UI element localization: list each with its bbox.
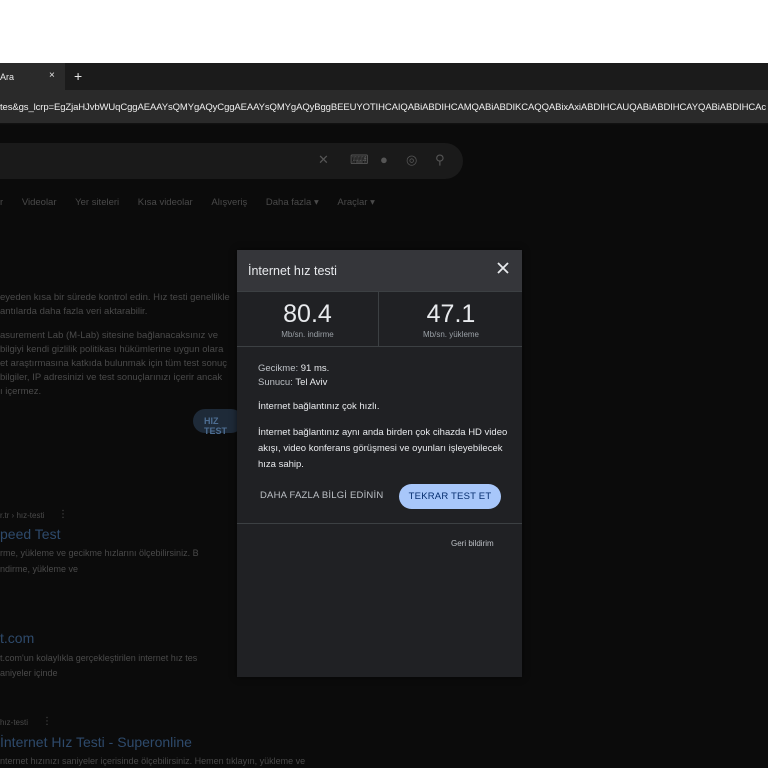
more-options-icon[interactable]: ⋮ [58, 509, 68, 520]
result-title[interactable]: peed Test [0, 526, 60, 542]
result-title[interactable]: İnternet Hız Testi - Superonline [0, 734, 192, 750]
filter-item[interactable]: Daha fazla ▾ [266, 197, 319, 208]
upload-label: Mb/sn. yükleme [422, 330, 480, 339]
download-value: 80.4 [283, 300, 332, 328]
snippet-line: antılarda daha fazla veri aktarabilir. [0, 306, 148, 317]
dialog-header: İnternet hız testi [237, 250, 522, 291]
download-label: Mb/sn. indirme [281, 330, 334, 339]
description-message: İnternet bağlantınız aynı anda birden ço… [258, 427, 508, 470]
filter-item[interactable]: Videolar [22, 197, 57, 208]
divider [237, 523, 522, 524]
snippet-line: et araştırmasına katkıda bulunmak için t… [0, 358, 228, 369]
new-tab-button[interactable]: + [74, 68, 82, 84]
snippet-line: ı içermez. [0, 386, 42, 397]
speed-test-dialog: İnternet hız testi 80.4 Mb/sn. indirme 4… [237, 250, 522, 677]
download-metric: 80.4 Mb/sn. indirme [237, 292, 379, 347]
server-label: Sunucu: [258, 377, 293, 388]
server-row: Sunucu: Tel Aviv [258, 377, 327, 388]
result-snippet: nternet hızınızı saniyeler içerisinde öl… [0, 756, 306, 766]
snippet-line: asurement Lab (M-Lab) sitesine bağlanaca… [0, 330, 219, 341]
status-message: İnternet bağlantınız çok hızlı. [258, 401, 380, 412]
retest-button[interactable]: TEKRAR TEST ET [399, 484, 501, 509]
search-icon[interactable]: ⚲ [435, 152, 445, 168]
tab-close-icon[interactable]: × [49, 70, 55, 81]
snippet-line: bilgiyi kendi gizlilik politikası hüküml… [0, 344, 224, 355]
more-options-icon[interactable]: ⋮ [42, 716, 52, 727]
dialog-title: İnternet hız testi [248, 264, 337, 278]
learn-more-button[interactable]: DAHA FAZLA BİLGİ EDİNİN [260, 490, 383, 501]
address-bar[interactable]: tes&gs_lcrp=EgZjaHJvbWUqCggAEAAYsQMYgAQy… [0, 90, 768, 124]
filter-item[interactable]: Araçlar ▾ [337, 197, 375, 208]
lens-icon[interactable]: ◎ [406, 152, 417, 168]
search-filters: r Videolar Yer siteleri Kısa videolar Al… [0, 197, 391, 208]
result-url: r.tr › hız-testi [0, 511, 45, 520]
tab-bar: Ara × + [0, 63, 768, 90]
result-snippet: t.com'un kolaylıkla gerçekleştirilen int… [0, 653, 198, 663]
url-text: tes&gs_lcrp=EgZjaHJvbWUqCggAEAAYsQMYgAQy… [0, 102, 766, 113]
feedback-link[interactable]: Geri bildirim [451, 539, 494, 548]
close-icon[interactable] [495, 260, 511, 276]
mic-icon[interactable]: ● [380, 152, 388, 167]
server-value: Tel Aviv [295, 377, 328, 388]
latency-value: 91 ms. [300, 363, 330, 374]
tab-title: Ara [0, 72, 15, 82]
snippet-line: bilgiler, IP adresinizi ve test sonuçlar… [0, 372, 223, 383]
snippet-line: eyeden kısa bir sürede kontrol edin. Hız… [0, 292, 230, 303]
keyboard-icon[interactable]: ⌨ [350, 152, 369, 168]
speed-metrics: 80.4 Mb/sn. indirme 47.1 Mb/sn. yükleme [237, 291, 522, 347]
result-snippet: aniyeler içinde [0, 668, 58, 678]
latency-row: Gecikme: 91 ms. [258, 363, 329, 374]
upload-value: 47.1 [426, 300, 476, 328]
result-snippet: rme, yükleme ve gecikme hızlarını ölçebi… [0, 548, 199, 558]
result-url: hız-testi [0, 718, 29, 727]
search-box[interactable]: ✕ ⌨ ● ◎ ⚲ [0, 143, 463, 179]
upload-metric: 47.1 Mb/sn. yükleme [380, 292, 522, 347]
result-snippet: ndirme, yükleme ve [0, 564, 79, 574]
top-blank-area [0, 0, 768, 63]
filter-item[interactable]: Kısa videolar [138, 197, 193, 208]
filter-item[interactable]: Alışveriş [211, 197, 247, 208]
latency-label: Gecikme: [258, 363, 299, 374]
browser-tab[interactable]: Ara × [0, 63, 65, 90]
filter-item[interactable]: Yer siteleri [75, 197, 119, 208]
filter-item[interactable]: r [0, 197, 3, 208]
clear-icon[interactable]: ✕ [318, 152, 329, 168]
result-title[interactable]: t.com [0, 630, 34, 646]
speed-test-button[interactable]: HIZ TEST [193, 409, 243, 436]
